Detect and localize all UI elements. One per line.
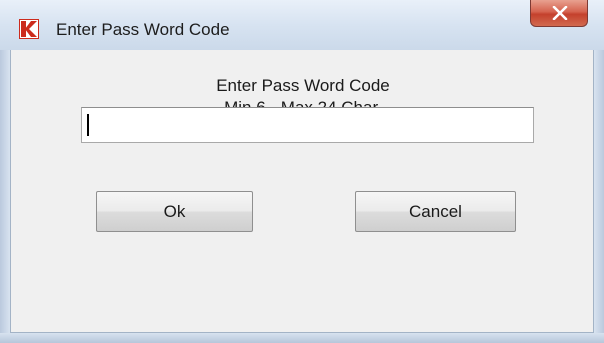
k-logo-icon <box>19 19 39 39</box>
close-x-icon <box>552 6 568 20</box>
prompt-title: Enter Pass Word Code <box>216 76 390 95</box>
cancel-button[interactable]: Cancel <box>355 191 516 232</box>
close-button[interactable] <box>530 0 588 27</box>
ok-button[interactable]: Ok <box>96 191 253 232</box>
window-frame-left <box>0 0 10 343</box>
password-input[interactable] <box>81 107 534 143</box>
title-bar[interactable]: Enter Pass Word Code <box>0 0 604 50</box>
window-frame-right <box>594 0 604 343</box>
text-caret <box>87 114 89 136</box>
window-frame-bottom <box>0 333 604 343</box>
window-title: Enter Pass Word Code <box>56 20 230 39</box>
dialog-window: Enter Pass Word Code Enter Pass Word Cod… <box>0 0 604 343</box>
